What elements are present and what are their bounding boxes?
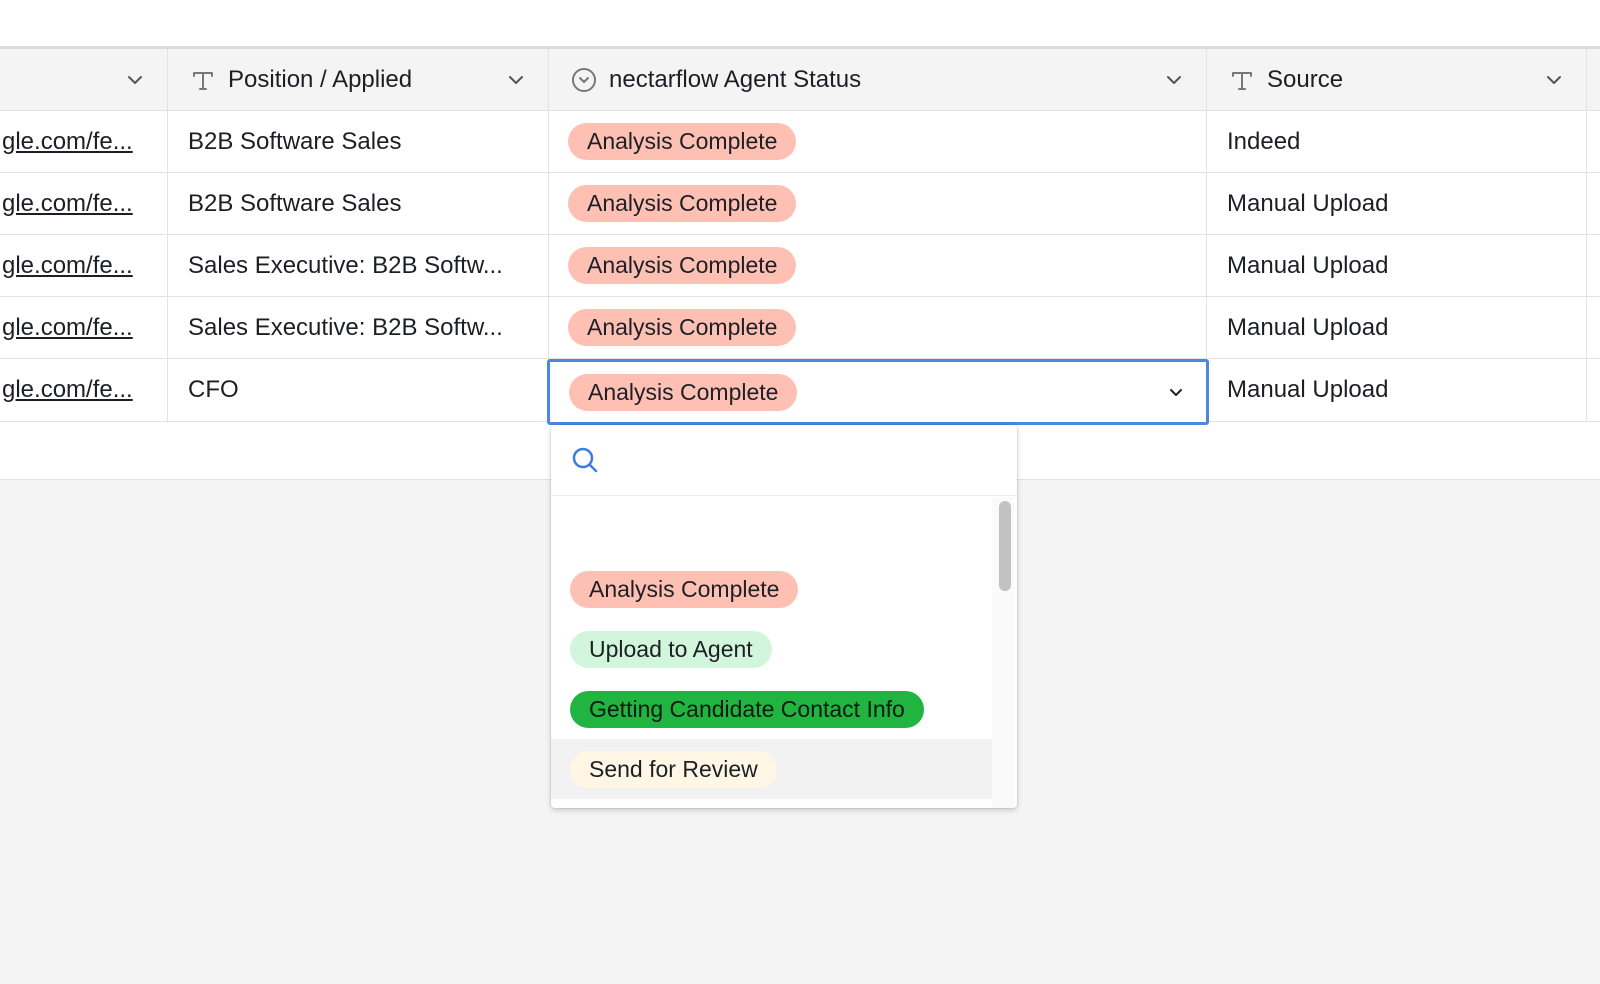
link-text[interactable]: gle.com/fe... — [2, 252, 133, 280]
status-badge: Analysis Complete — [568, 185, 797, 222]
column-header-position[interactable]: Position / Applied — [168, 49, 549, 110]
link-cell[interactable]: gle.com/fe... — [0, 173, 168, 234]
column-header-link[interactable] — [0, 49, 168, 110]
status-dropdown: Analysis Complete Upload to Agent Gettin… — [551, 425, 1017, 808]
option-analysis-complete[interactable]: Analysis Complete — [551, 559, 993, 619]
dropdown-scrollbar-thumb[interactable] — [999, 501, 1011, 591]
column-header-agent-status[interactable]: nectarflow Agent Status — [549, 49, 1207, 110]
option-label: Send for Review — [570, 750, 777, 788]
source-cell[interactable]: Manual Upload — [1207, 173, 1587, 234]
position-text: Sales Executive: B2B Softw... — [188, 313, 503, 341]
position-text: B2B Software Sales — [188, 127, 402, 155]
chevron-down-icon[interactable] — [506, 70, 526, 90]
partial-cell — [1587, 235, 1600, 296]
text-field-icon — [190, 67, 216, 93]
column-header-label: Source — [1267, 65, 1344, 93]
status-badge: Analysis Complete — [569, 373, 798, 411]
link-text[interactable]: gle.com/fe... — [2, 128, 133, 156]
partial-cell — [1587, 173, 1600, 234]
selected-status-cell[interactable]: Analysis Complete — [547, 359, 1209, 425]
status-badge: Analysis Complete — [568, 309, 797, 346]
source-text: Indeed — [1227, 127, 1301, 155]
chevron-down-icon[interactable] — [1166, 382, 1186, 402]
link-cell[interactable]: gle.com/fe... — [0, 359, 168, 421]
option-send-for-review[interactable]: Send for Review — [551, 739, 993, 799]
position-text: Sales Executive: B2B Softw... — [188, 251, 503, 279]
single-select-icon — [571, 67, 597, 93]
position-cell[interactable]: CFO — [168, 359, 549, 421]
status-cell[interactable]: Analysis Complete — [549, 235, 1207, 296]
link-text[interactable]: gle.com/fe... — [2, 314, 133, 342]
status-cell[interactable]: Analysis Complete — [549, 173, 1207, 234]
status-cell[interactable]: Analysis Complete — [549, 111, 1207, 172]
chevron-down-icon[interactable] — [125, 70, 145, 90]
option-upload-to-agent[interactable]: Upload to Agent — [551, 619, 993, 679]
status-badge: Analysis Complete — [568, 247, 797, 284]
column-header-partial — [1587, 49, 1600, 110]
source-text: Manual Upload — [1227, 313, 1389, 341]
table-row[interactable]: gle.com/fe... Sales Executive: B2B Softw… — [0, 297, 1600, 359]
table-row[interactable]: gle.com/fe... B2B Software Sales Analysi… — [0, 111, 1600, 173]
table-row[interactable]: gle.com/fe... Sales Executive: B2B Softw… — [0, 235, 1600, 297]
top-toolbar — [0, 0, 1600, 49]
search-input[interactable] — [610, 446, 994, 474]
option-label: Upload to Agent — [570, 630, 772, 668]
position-cell[interactable]: B2B Software Sales — [168, 111, 549, 172]
link-text[interactable]: gle.com/fe... — [2, 376, 133, 404]
chevron-down-icon[interactable] — [1544, 70, 1564, 90]
source-cell[interactable]: Manual Upload — [1207, 297, 1587, 358]
partial-cell — [1587, 111, 1600, 172]
source-text: Manual Upload — [1227, 376, 1389, 403]
status-cell[interactable]: Analysis Complete — [549, 297, 1207, 358]
source-cell[interactable]: Manual Upload — [1207, 359, 1587, 421]
link-cell[interactable]: gle.com/fe... — [0, 235, 168, 296]
link-cell[interactable]: gle.com/fe... — [0, 297, 168, 358]
dropdown-search — [551, 425, 1017, 496]
source-cell[interactable]: Manual Upload — [1207, 235, 1587, 296]
header-row: Position / Applied nectarflow Agent Stat… — [0, 49, 1600, 111]
chevron-down-icon[interactable] — [1164, 70, 1184, 90]
partial-cell — [1587, 297, 1600, 358]
table-row[interactable]: gle.com/fe... B2B Software Sales Analysi… — [0, 173, 1600, 235]
position-text: B2B Software Sales — [188, 189, 402, 217]
link-text[interactable]: gle.com/fe... — [2, 190, 133, 218]
position-cell[interactable]: Sales Executive: B2B Softw... — [168, 297, 549, 358]
position-text: CFO — [188, 376, 239, 403]
column-header-label: Position / Applied — [228, 65, 413, 93]
status-badge: Analysis Complete — [568, 123, 797, 160]
text-field-icon — [1229, 67, 1255, 93]
option-getting-candidate-contact-info[interactable]: Getting Candidate Contact Info — [551, 679, 993, 739]
link-cell[interactable]: gle.com/fe... — [0, 111, 168, 172]
dropdown-options: Analysis Complete Upload to Agent Gettin… — [551, 496, 993, 808]
source-text: Manual Upload — [1227, 189, 1389, 217]
partial-cell — [1587, 359, 1600, 421]
column-header-source[interactable]: Source — [1207, 49, 1587, 110]
column-header-label: nectarflow Agent Status — [609, 65, 862, 93]
source-cell[interactable]: Indeed — [1207, 111, 1587, 172]
source-text: Manual Upload — [1227, 251, 1389, 279]
option-label: Analysis Complete — [570, 570, 799, 608]
position-cell[interactable]: Sales Executive: B2B Softw... — [168, 235, 549, 296]
position-cell[interactable]: B2B Software Sales — [168, 173, 549, 234]
search-icon — [570, 445, 600, 475]
option-label: Getting Candidate Contact Info — [570, 690, 924, 728]
